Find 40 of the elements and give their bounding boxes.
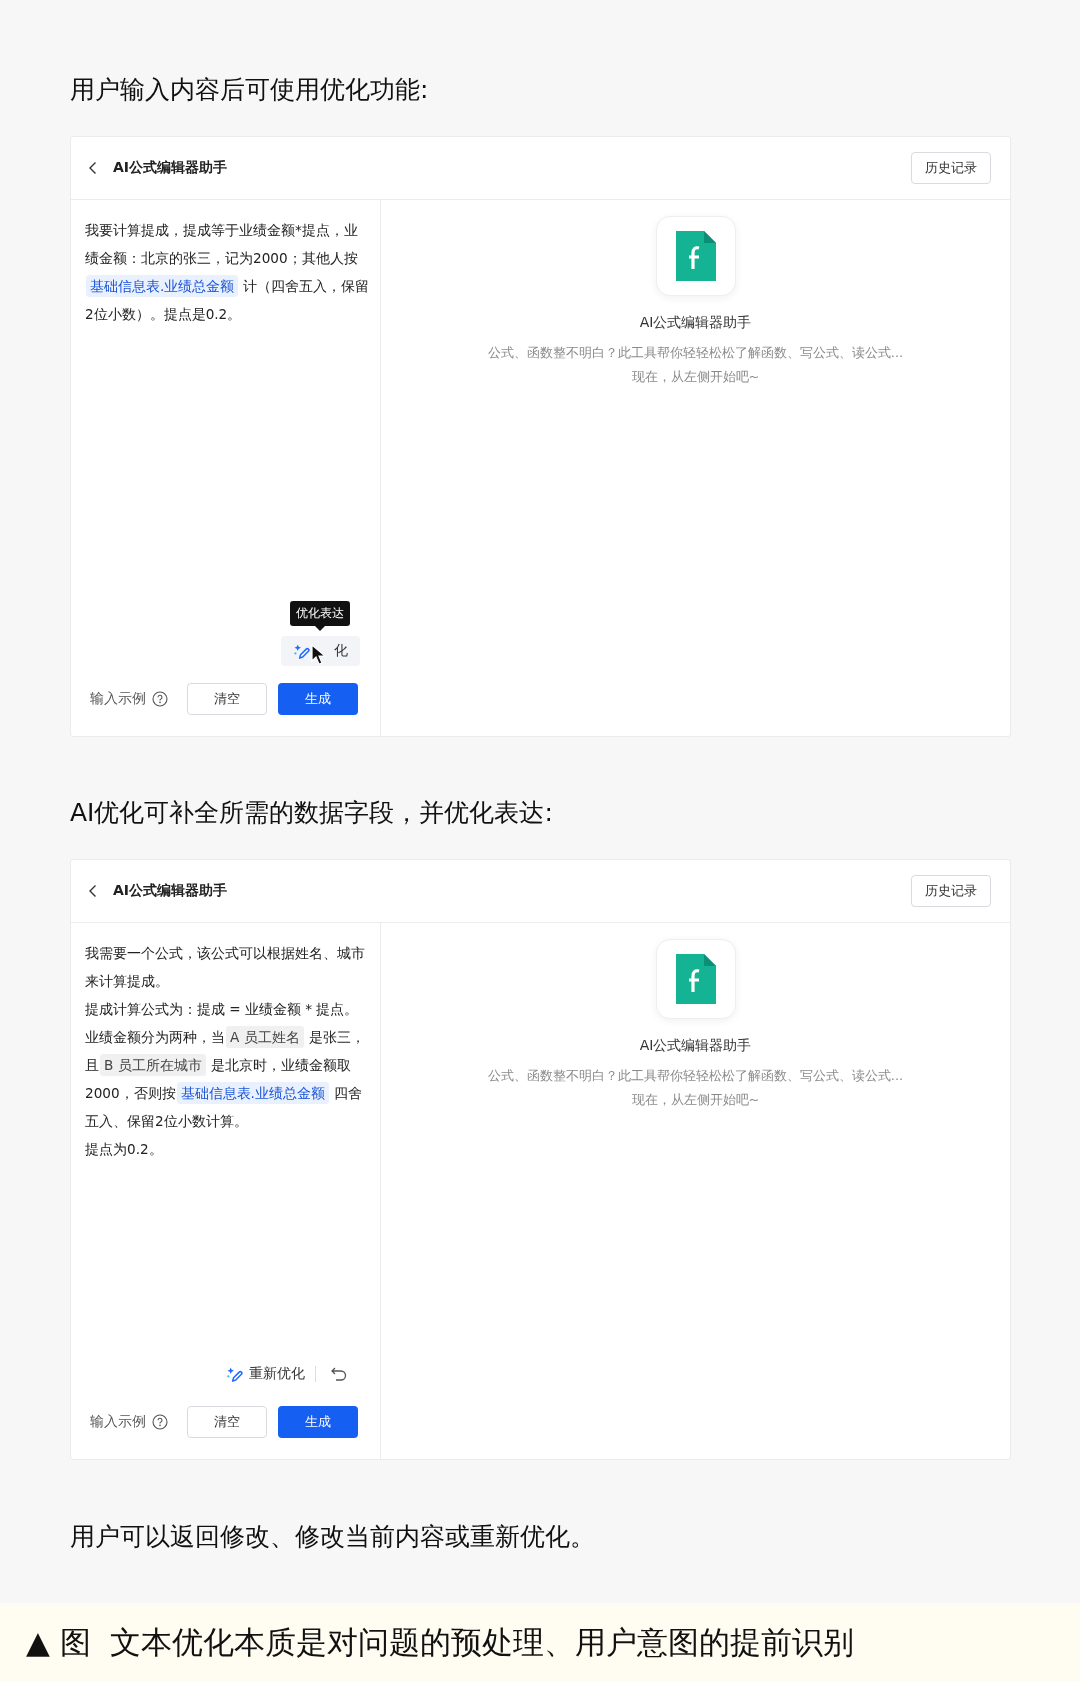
undo-icon[interactable] (330, 1365, 348, 1383)
assistant-description: 公式、函数整不明白？此工具帮你轻轻松松了解函数、写公式、读公式... (487, 1067, 904, 1085)
sparkle-pen-icon (226, 1365, 243, 1383)
assistant-name: AI公式编辑器助手 (639, 1037, 752, 1055)
caption: 用户输入内容后可使用优化功能: (70, 74, 430, 106)
clear-button[interactable]: 清空 (187, 1406, 267, 1438)
formula-document-icon (675, 231, 716, 281)
sparkle-pen-icon (293, 642, 310, 660)
caption: 用户可以返回修改、修改当前内容或重新优化。 (70, 1521, 596, 1553)
assistant-name: AI公式编辑器助手 (639, 314, 752, 332)
tooltip: 优化表达 (290, 601, 350, 631)
example-label: 输入示例 (90, 1413, 146, 1431)
figure-caption: ▲ 图 文本优化本质是对问题的预处理、用户意图的提前识别 (26, 1622, 855, 1662)
panel-title: AI公式编辑器助手 (113, 159, 229, 177)
generate-button[interactable]: 生成 (278, 1406, 358, 1438)
prompt-paragraph: 提成计算公式为：提成 = 业绩金额 * 提点。 (85, 1000, 360, 1019)
generate-button[interactable]: 生成 (278, 683, 358, 715)
assistant-description: 公式、函数整不明白？此工具帮你轻轻松松了解函数、写公式、读公式... (487, 344, 904, 362)
formula-document-icon (675, 954, 716, 1004)
panel-title: AI公式编辑器助手 (113, 882, 229, 900)
clear-button[interactable]: 清空 (187, 683, 267, 715)
field-token[interactable]: A 员工姓名 (226, 1026, 304, 1048)
example-label: 输入示例 (90, 690, 146, 708)
history-button[interactable]: 历史记录 (911, 875, 991, 907)
help-icon[interactable] (152, 1414, 168, 1430)
optimize-button[interactable]: 化 (281, 636, 360, 666)
prompt-paragraph: 我要计算提成，提成等于业绩金额*提点，业绩金额：北京的张三，记为2000；其他人按 基础信息表.业绩总金额 计（四舍五入，保留2位小数）。提点是0.2。 (85, 221, 370, 324)
prompt-paragraph: 业绩金额分为两种，当 A 员工姓名 是张三，且 B 员工所在城市 是北京时，业绩金额取2000，否则按 基础信息表.业绩总金额 四舍五入、保留2位小数计算。 (85, 1023, 370, 1135)
assistant-description: 现在，从左侧开始吧~ (630, 368, 761, 386)
table-field-link[interactable]: 基础信息表.业绩总金额 (86, 275, 239, 297)
reoptimize-button[interactable]: 重新优化 (222, 1359, 309, 1389)
caption: AI优化可补全所需的数据字段，并优化表达: (70, 797, 554, 829)
help-icon[interactable] (152, 691, 168, 707)
table-field-link[interactable]: 基础信息表.业绩总金额 (176, 1082, 329, 1104)
prompt-paragraph: 我需要一个公式，该公式可以根据姓名、城市来计算提成。 (85, 944, 366, 991)
mouse-cursor-icon (311, 644, 327, 666)
history-button[interactable]: 历史记录 (911, 152, 991, 184)
prompt-paragraph: 提点为0.2。 (85, 1140, 164, 1159)
assistant-description: 现在，从左侧开始吧~ (630, 1091, 761, 1109)
field-token[interactable]: B 员工所在城市 (100, 1054, 206, 1076)
